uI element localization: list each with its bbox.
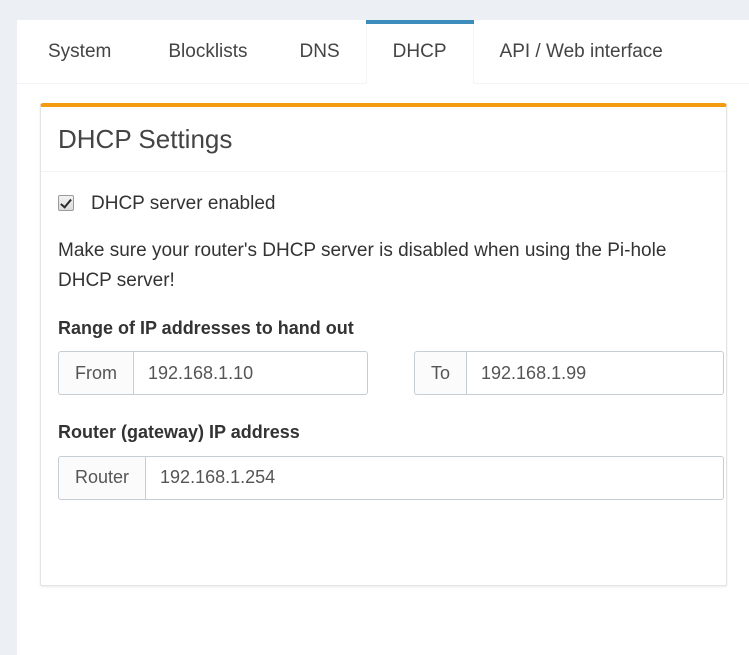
- dhcp-range-to-group: To: [414, 351, 724, 396]
- tab-dhcp-label: DHCP: [392, 41, 447, 62]
- page-left-gutter: [0, 0, 17, 655]
- dhcp-range-from-addon: From: [58, 351, 133, 396]
- tab-api-web-interface-label: API / Web interface: [499, 41, 663, 62]
- ip-range-section-title: Range of IP addresses to hand out: [58, 317, 354, 338]
- dhcp-router-input[interactable]: [145, 455, 724, 500]
- router-section-title: Router (gateway) IP address: [58, 422, 300, 443]
- tab-api-web-interface[interactable]: API / Web interface: [474, 20, 689, 83]
- tab-system-label: System: [48, 41, 112, 62]
- settings-tab-bar: System Blocklists DNS DHCP API / Web int…: [17, 20, 749, 84]
- tab-system[interactable]: System: [17, 20, 142, 83]
- dhcp-server-enabled-checkbox[interactable]: [58, 195, 74, 212]
- dhcp-range-to-input[interactable]: [466, 351, 724, 396]
- dhcp-server-enabled-row[interactable]: DHCP server enabled: [58, 194, 709, 213]
- tab-blocklists[interactable]: Blocklists: [142, 20, 273, 83]
- dhcp-range-from-input[interactable]: [133, 351, 368, 396]
- dhcp-range-to-addon: To: [414, 351, 467, 396]
- tab-dns[interactable]: DNS: [274, 20, 366, 83]
- dhcp-router-addon: Router: [58, 455, 146, 500]
- card-header: DHCP Settings: [41, 107, 726, 172]
- dhcp-router-group: Router: [58, 455, 724, 500]
- settings-page: System Blocklists DNS DHCP API / Web int…: [17, 0, 749, 655]
- dhcp-range-from-group: From: [58, 351, 368, 396]
- tab-blocklists-label: Blocklists: [168, 41, 248, 62]
- dhcp-server-enabled-label[interactable]: DHCP server enabled: [91, 194, 275, 213]
- tab-dns-label: DNS: [299, 41, 340, 62]
- page-title: DHCP Settings: [58, 124, 233, 154]
- card-body: DHCP server enabled Make sure your route…: [41, 172, 726, 517]
- dhcp-notice-text: Make sure your router's DHCP server is d…: [58, 239, 667, 291]
- tab-dhcp[interactable]: DHCP: [365, 20, 474, 84]
- ip-range-row: From To: [58, 351, 724, 396]
- dhcp-settings-card: DHCP Settings DHCP server enabled Make s…: [40, 103, 727, 586]
